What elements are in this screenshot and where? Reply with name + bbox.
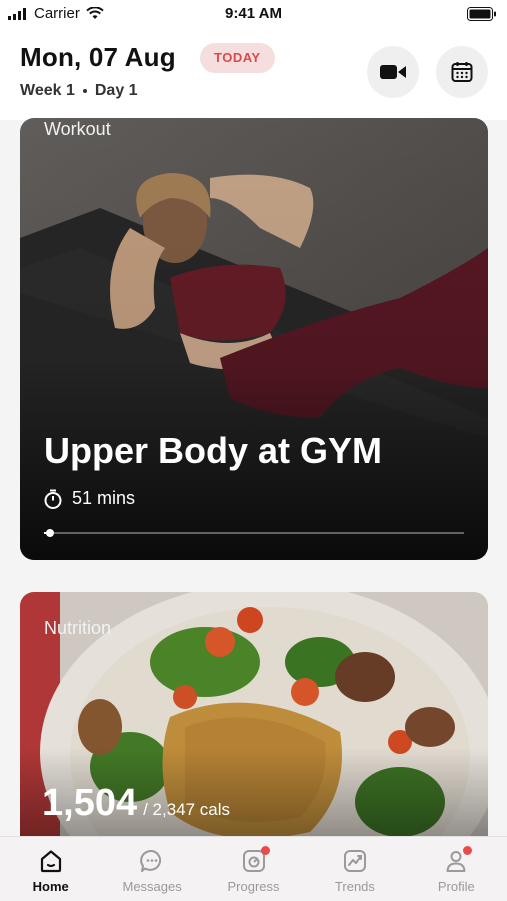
workout-label: Workout — [44, 119, 111, 139]
video-camera-icon — [380, 65, 406, 79]
progress-icon — [240, 846, 270, 875]
workout-progress-bar[interactable] — [44, 529, 464, 537]
tab-label: Progress — [227, 879, 280, 894]
workout-card[interactable]: Workout Upper Body at GYM 51 mins — [20, 118, 488, 560]
week-label: Week 1 — [20, 82, 75, 99]
calorie-goal: / 2,347 cals — [143, 800, 231, 819]
bottom-tab-bar: Home Messages Progress Trends Profile — [0, 836, 507, 901]
workout-title: Upper Body at GYM — [44, 430, 383, 471]
calendar-button[interactable] — [436, 46, 488, 98]
workout-duration: 51 mins — [44, 488, 135, 509]
status-bar: Carrier 9:41 AM — [0, 0, 507, 30]
battery-icon — [467, 7, 497, 26]
tab-messages[interactable]: Messages — [101, 837, 202, 901]
today-badge[interactable]: TODAY — [200, 43, 275, 73]
status-time: 9:41 AM — [225, 5, 282, 22]
trend-chart-icon — [341, 847, 369, 875]
tab-label: Trends — [334, 879, 375, 894]
tab-profile[interactable]: Profile — [406, 837, 507, 901]
tab-label: Profile — [437, 879, 475, 894]
chat-bubble-icon — [138, 847, 166, 875]
calories-consumed: 1,504 — [42, 782, 138, 824]
video-button[interactable] — [367, 46, 419, 98]
week-day-indicator: Week 1 Day 1 — [20, 82, 138, 100]
tab-home[interactable]: Home — [0, 837, 101, 901]
duration-text: 51 mins — [72, 488, 136, 508]
nutrition-label: Nutrition — [44, 618, 112, 638]
header: Mon, 07 Aug TODAY Week 1 Day 1 — [0, 30, 507, 120]
home-icon — [37, 847, 65, 875]
separator-dot — [82, 89, 87, 93]
notification-dot — [260, 846, 270, 855]
tab-label: Messages — [122, 879, 182, 894]
calorie-summary: 1,504 / 2,347 cals — [42, 782, 230, 825]
calendar-icon — [451, 62, 473, 82]
tab-trends[interactable]: Trends — [304, 837, 405, 901]
day-label: Day 1 — [94, 82, 138, 99]
page-title-date: Mon, 07 Aug — [20, 42, 176, 72]
stopwatch-icon — [44, 489, 62, 509]
tab-label: Home — [32, 879, 69, 894]
user-icon — [442, 846, 473, 875]
notification-dot — [463, 846, 473, 855]
nutrition-card[interactable]: Nutrition 1,504 / 2,347 cals — [20, 592, 488, 852]
tab-progress[interactable]: Progress — [203, 837, 304, 901]
